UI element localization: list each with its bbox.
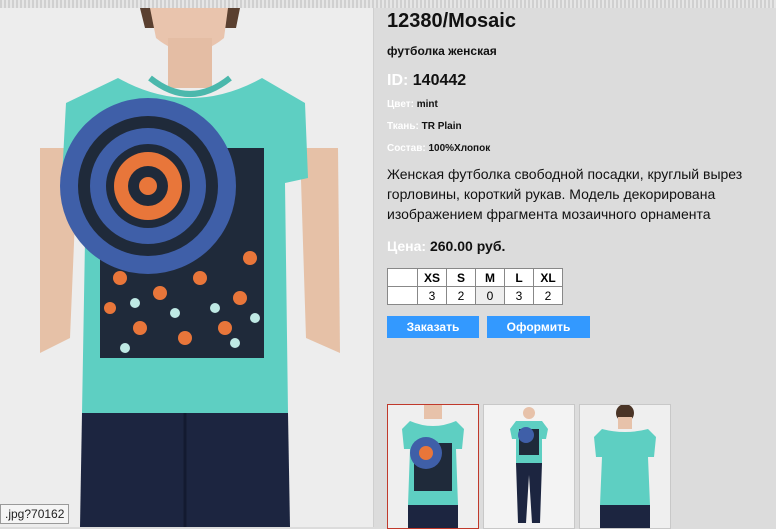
size-m-header[interactable]: M <box>475 268 505 287</box>
color-row: Цвет: mint <box>387 98 767 112</box>
status-url-tooltip: .jpg?70162 <box>0 504 70 524</box>
fabric-row: Ткань: TR Plain <box>387 120 767 134</box>
size-stock-row: 3 2 0 3 2 <box>387 286 563 305</box>
stock-corner-cell <box>387 286 418 305</box>
color-label: Цвет: <box>387 99 414 110</box>
thumbnail-strip <box>387 404 671 529</box>
product-description: Женская футболка свободной посадки, круг… <box>387 166 743 222</box>
product-id-label: ID: <box>387 72 409 89</box>
price-row: Цена: 260.00 руб. <box>387 238 767 254</box>
tshirt-model-image <box>0 8 373 527</box>
price-label: Цена: <box>387 238 427 254</box>
stock-s: 2 <box>446 286 476 305</box>
action-buttons: Заказать Оформить <box>387 316 767 338</box>
size-corner-cell <box>387 268 418 287</box>
composition-row: Состав: 100%Хлопок <box>387 142 767 156</box>
thumbnail-back[interactable] <box>579 404 671 529</box>
product-id-row: ID: 140442 <box>387 72 767 90</box>
thumbnail-front[interactable] <box>387 404 479 529</box>
composition-label: Состав: <box>387 143 426 154</box>
stock-xs: 3 <box>417 286 447 305</box>
product-subtitle: футболка женская <box>387 44 497 58</box>
stock-l: 3 <box>504 286 534 305</box>
full-body-photo-icon <box>484 405 574 528</box>
fabric-label: Ткань: <box>387 121 419 132</box>
composition-value: 100%Хлопок <box>428 143 491 154</box>
price-value: 260.00 руб. <box>429 238 506 254</box>
order-button[interactable]: Заказать <box>387 316 479 338</box>
product-title: 12380/Mosaic <box>387 10 516 32</box>
size-xl-header[interactable]: XL <box>533 268 563 287</box>
size-header-row: XS S M L XL <box>387 268 563 287</box>
back-photo-icon <box>580 405 670 528</box>
product-id-value: 140442 <box>412 72 467 89</box>
fabric-value: TR Plain <box>421 121 462 132</box>
size-s-header[interactable]: S <box>446 268 476 287</box>
checkout-button[interactable]: Оформить <box>487 316 590 338</box>
front-photo-icon <box>388 405 478 528</box>
size-stock-table: XS S M L XL 3 2 0 3 2 <box>387 268 563 305</box>
size-xs-header[interactable]: XS <box>417 268 447 287</box>
color-value: mint <box>416 99 438 110</box>
stock-xl: 2 <box>533 286 563 305</box>
thumbnail-full-body[interactable] <box>483 404 575 529</box>
main-product-photo[interactable] <box>0 8 374 527</box>
top-strip <box>0 0 776 8</box>
product-info-panel: 12380/Mosaic футболка женская ID: 140442… <box>387 8 767 338</box>
size-l-header[interactable]: L <box>504 268 534 287</box>
stock-m: 0 <box>475 286 505 305</box>
